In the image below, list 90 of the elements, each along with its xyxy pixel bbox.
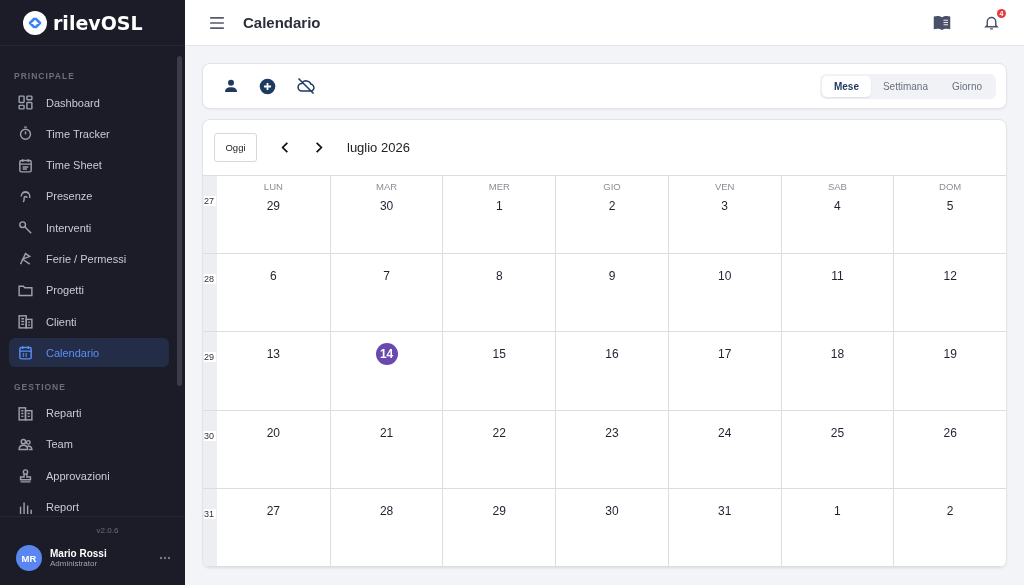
week-number: 27 bbox=[204, 196, 216, 206]
month-title: luglio 2026 bbox=[347, 140, 410, 155]
nav-item[interactable]: Dashboard bbox=[9, 88, 169, 117]
brand-name: rilevOSL bbox=[53, 11, 143, 34]
day-number[interactable]: 13 bbox=[262, 343, 285, 366]
week-number: 31 bbox=[204, 508, 216, 519]
day-number[interactable]: 19 bbox=[939, 343, 962, 366]
view-tab[interactable]: Giorno bbox=[940, 75, 994, 97]
day-number[interactable]: 27 bbox=[262, 499, 285, 522]
day-number[interactable]: 12 bbox=[939, 265, 962, 288]
day-number[interactable]: 24 bbox=[713, 421, 736, 444]
day-number[interactable]: 29 bbox=[262, 195, 285, 217]
weekday-label: GIO bbox=[603, 181, 621, 192]
view-tab[interactable]: Mese bbox=[821, 75, 871, 97]
nav-item[interactable]: Reparti bbox=[9, 398, 169, 428]
previous-icon[interactable] bbox=[281, 142, 289, 153]
version-label: v2.0.6 bbox=[95, 526, 120, 535]
nav-item[interactable]: Team bbox=[9, 429, 169, 459]
weekday-label: MAR bbox=[376, 181, 398, 192]
day-number[interactable]: 8 bbox=[488, 265, 511, 288]
week-number: 29 bbox=[204, 352, 216, 363]
weekday-label: LUN bbox=[263, 181, 283, 192]
nav-item[interactable]: Time Sheet bbox=[9, 150, 169, 180]
cloud-off-icon[interactable] bbox=[296, 76, 316, 96]
next-icon[interactable] bbox=[315, 142, 323, 153]
day-number[interactable]: 1 bbox=[826, 499, 849, 522]
day-number[interactable]: 17 bbox=[713, 343, 736, 366]
day-number[interactable]: 4 bbox=[826, 195, 849, 217]
day-number[interactable]: 5 bbox=[939, 195, 962, 217]
weekday-label: VEN bbox=[714, 181, 735, 192]
nav-item[interactable]: Time Tracker bbox=[9, 119, 169, 149]
weekday-label: DOM bbox=[939, 181, 962, 192]
nav-icon bbox=[17, 94, 34, 111]
section-title: GESTIONE bbox=[13, 380, 67, 394]
day-number[interactable]: 30 bbox=[601, 499, 623, 522]
nav-item[interactable]: Progetti bbox=[9, 275, 169, 305]
day-number[interactable]: 22 bbox=[488, 421, 511, 444]
day-number[interactable]: 7 bbox=[375, 265, 398, 288]
day-number[interactable]: 6 bbox=[262, 265, 285, 288]
nav-icon bbox=[17, 313, 34, 331]
day-number[interactable]: 25 bbox=[826, 421, 849, 444]
day-number[interactable]: 23 bbox=[601, 421, 623, 444]
logo-icon bbox=[23, 10, 47, 35]
day-number[interactable]: 30 bbox=[375, 195, 398, 217]
user-role: Administrator bbox=[50, 559, 99, 568]
section-title: PRINCIPALE bbox=[13, 70, 76, 83]
today-button[interactable]: Oggi bbox=[214, 133, 257, 162]
user-icon[interactable] bbox=[223, 78, 239, 94]
weekday-label: SAB bbox=[827, 181, 847, 192]
nav-item[interactable]: Ferie / Permessi bbox=[9, 244, 169, 274]
day-number[interactable]: 20 bbox=[262, 421, 285, 444]
day-number[interactable]: 31 bbox=[713, 499, 736, 522]
day-number[interactable]: 14 bbox=[375, 343, 398, 366]
nav-icon bbox=[17, 250, 34, 268]
book-icon[interactable] bbox=[933, 15, 951, 30]
menu-icon[interactable] bbox=[209, 16, 225, 29]
day-number[interactable]: 3 bbox=[713, 195, 736, 217]
nav-icon bbox=[17, 125, 34, 143]
day-number[interactable]: 28 bbox=[375, 499, 398, 522]
day-number[interactable]: 26 bbox=[939, 421, 962, 444]
add-icon[interactable] bbox=[259, 77, 276, 95]
nav-item[interactable]: Interventi bbox=[9, 213, 169, 243]
week-number: 30 bbox=[204, 430, 216, 441]
day-number[interactable]: 2 bbox=[939, 499, 962, 522]
day-number[interactable]: 10 bbox=[713, 265, 736, 288]
more-icon[interactable] bbox=[159, 556, 171, 560]
nav-item[interactable]: Report bbox=[9, 492, 169, 516]
day-number[interactable]: 21 bbox=[375, 421, 398, 444]
page-title: Calendario bbox=[243, 14, 321, 31]
day-number[interactable]: 16 bbox=[601, 343, 623, 366]
day-number[interactable]: 2 bbox=[601, 195, 623, 217]
nav-item[interactable]: Clienti bbox=[9, 307, 169, 337]
day-number[interactable]: 9 bbox=[601, 265, 623, 288]
view-tab[interactable]: Settimana bbox=[870, 75, 940, 97]
week-number: 28 bbox=[204, 274, 216, 285]
day-number[interactable]: 29 bbox=[488, 499, 511, 522]
user-name: Mario Rossi bbox=[50, 548, 108, 559]
nav-icon bbox=[17, 467, 34, 485]
nav-item[interactable]: Calendario bbox=[9, 338, 169, 368]
bell-icon[interactable] bbox=[983, 14, 1000, 31]
day-number[interactable]: 1 bbox=[488, 195, 511, 217]
nav-item[interactable]: Approvazioni bbox=[9, 461, 169, 491]
day-number[interactable]: 18 bbox=[826, 343, 849, 366]
nav-icon bbox=[17, 404, 34, 422]
day-number[interactable]: 15 bbox=[488, 343, 511, 366]
nav-icon bbox=[17, 344, 34, 362]
nav-icon bbox=[17, 156, 34, 174]
nav-item[interactable]: Presenze bbox=[9, 181, 169, 211]
weekday-label: MER bbox=[488, 181, 510, 192]
day-number[interactable]: 11 bbox=[826, 265, 849, 288]
